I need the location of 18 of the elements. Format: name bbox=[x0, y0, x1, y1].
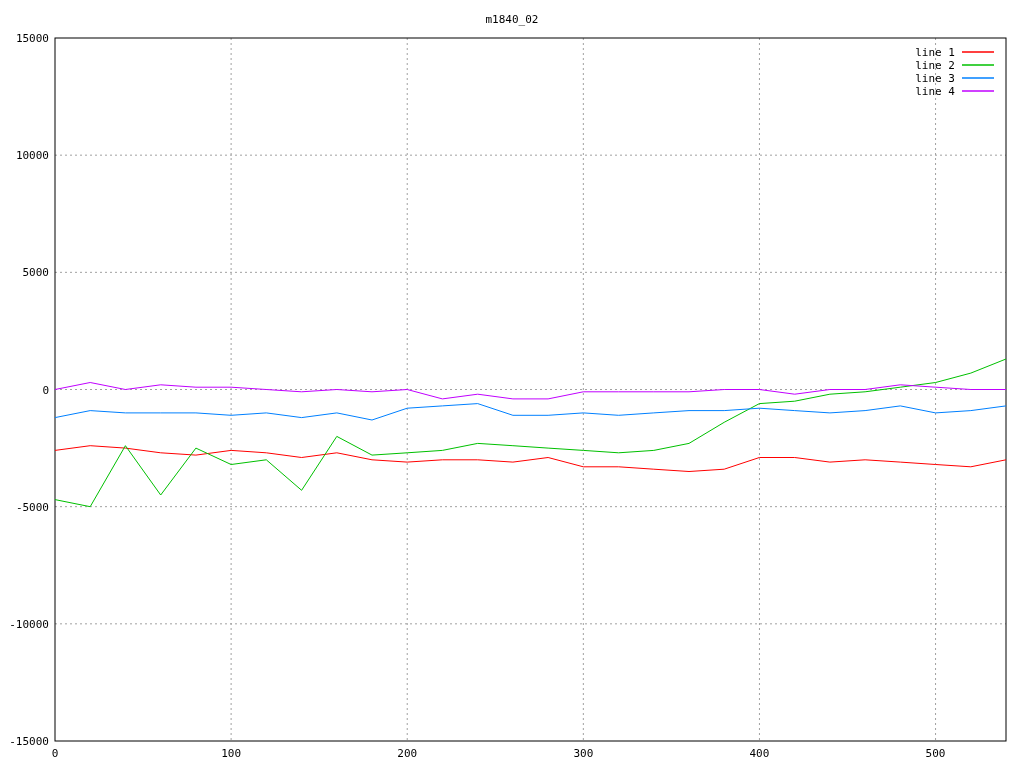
x-tick-label: 400 bbox=[749, 747, 770, 760]
x-tick-label: 100 bbox=[221, 747, 242, 760]
x-tick-label: 200 bbox=[397, 747, 418, 760]
legend-label: line 3 bbox=[915, 72, 955, 85]
y-tick-label: 10000 bbox=[15, 149, 49, 163]
y-tick-label: 5000 bbox=[22, 266, 49, 280]
y-tick-label: -5000 bbox=[15, 500, 49, 514]
x-tick-label: 300 bbox=[573, 747, 594, 760]
x-tick-label: 500 bbox=[925, 747, 946, 760]
y-tick-label: -10000 bbox=[9, 617, 49, 631]
legend-label: line 4 bbox=[915, 85, 955, 98]
y-tick-label: -15000 bbox=[9, 735, 49, 748]
x-tick-label: 0 bbox=[51, 747, 59, 760]
y-tick-label: 0 bbox=[42, 383, 49, 397]
y-tick-label: 15000 bbox=[15, 32, 49, 45]
legend-label: line 1 bbox=[915, 46, 955, 59]
chart-title: m1840_02 bbox=[485, 13, 539, 26]
legend-label: line 2 bbox=[915, 59, 955, 72]
